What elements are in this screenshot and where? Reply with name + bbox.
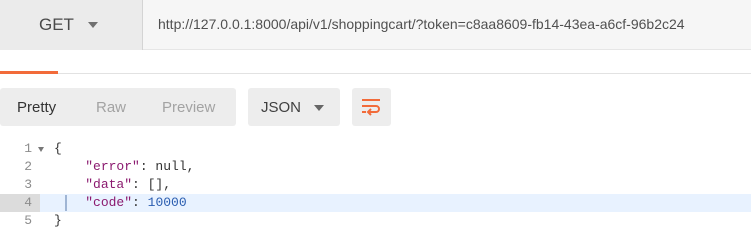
code-line: 3 "data": [], (0, 176, 751, 194)
chevron-down-icon (88, 22, 98, 28)
line-number: 1 (24, 141, 32, 156)
json-text (54, 195, 85, 210)
wrap-lines-button[interactable] (352, 88, 391, 126)
line-gutter: 2 (0, 158, 40, 176)
json-key: "error" (85, 159, 140, 174)
line-content: "code": 10000 (54, 194, 187, 212)
format-toggle-group: Pretty Raw Preview (0, 88, 236, 126)
response-toolbar: Pretty Raw Preview JSON (0, 88, 751, 128)
json-text: : null, (139, 159, 195, 174)
json-number: 10000 (147, 195, 187, 210)
url-input[interactable]: http://127.0.0.1:8000/api/v1/shoppingcar… (143, 0, 751, 50)
json-text (54, 159, 85, 174)
wrap-lines-icon (362, 99, 380, 116)
json-text: : [], (132, 177, 172, 192)
response-body[interactable]: 1{2 "error": null, 3 "data": [], 4 "code":… (0, 140, 751, 240)
fold-caret-icon[interactable] (38, 147, 44, 152)
code-line: 4 "code": 10000 (0, 194, 751, 212)
pretty-button[interactable]: Pretty (17, 99, 56, 116)
line-number: 5 (24, 213, 32, 228)
json-text: : (132, 195, 148, 210)
line-content: "error": null, (54, 158, 194, 176)
line-gutter: 3 (0, 176, 40, 194)
method-label: GET (39, 15, 74, 34)
json-text: } (54, 213, 62, 228)
json-key: "data" (85, 177, 133, 192)
line-gutter: 1 (0, 140, 40, 158)
json-text: { (54, 141, 62, 156)
raw-button[interactable]: Raw (96, 99, 126, 116)
line-content: } (54, 212, 62, 230)
chevron-down-icon (314, 105, 324, 111)
line-gutter: 5 (0, 212, 40, 230)
code-line: 2 "error": null, (0, 158, 751, 176)
url-text: http://127.0.0.1:8000/api/v1/shoppingcar… (158, 16, 685, 32)
json-text (54, 177, 85, 192)
json-key: "code" (85, 195, 133, 210)
line-number: 3 (24, 177, 32, 192)
language-label: JSON (261, 99, 302, 116)
preview-button[interactable]: Preview (162, 99, 215, 116)
language-select[interactable]: JSON (248, 88, 340, 126)
line-gutter: 4 (0, 194, 40, 212)
request-bar: GET http://127.0.0.1:8000/api/v1/shoppin… (0, 0, 751, 50)
text-cursor (65, 195, 67, 211)
active-tab-indicator (0, 71, 58, 74)
code-line: 1{ (0, 140, 751, 158)
line-number: 2 (24, 159, 32, 174)
line-content: { (54, 140, 62, 158)
code-line: 5} (0, 212, 751, 230)
line-content: "data": [], (54, 176, 171, 194)
line-number: 4 (24, 195, 32, 210)
response-tab-strip (0, 50, 751, 74)
method-select[interactable]: GET (0, 0, 143, 50)
